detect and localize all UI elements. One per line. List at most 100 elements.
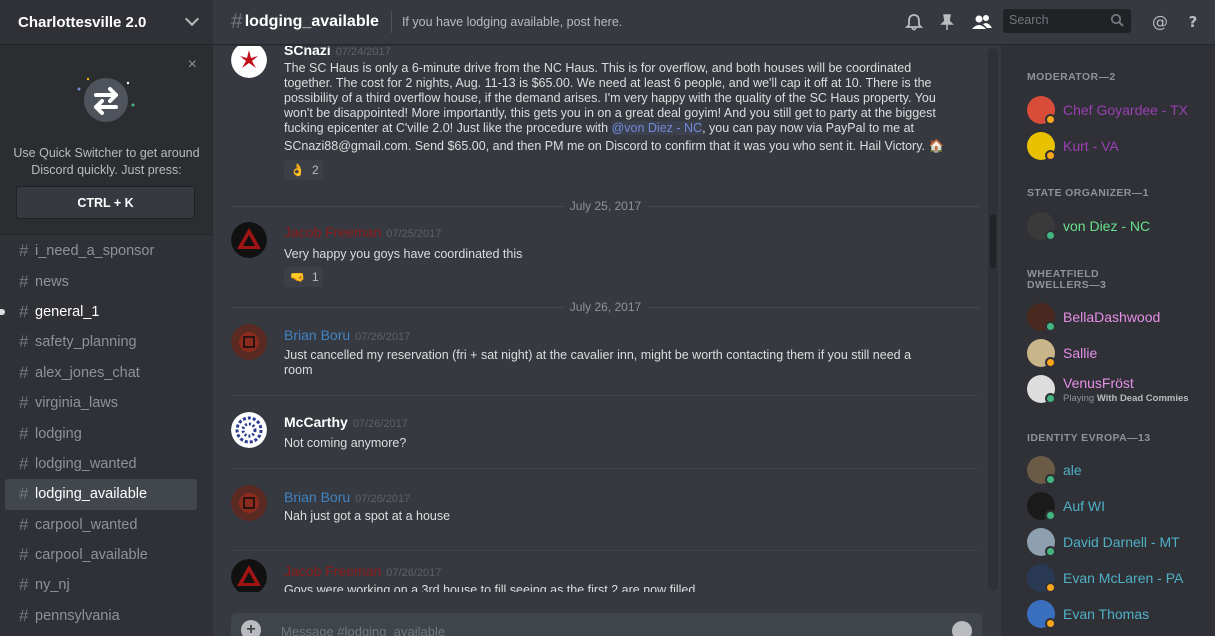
member-item[interactable]: David Darnell - MT [1027,528,1207,558]
channel-i-need-a-sponsor[interactable]: # i_need_a_sponsor [5,236,197,266]
discord-app: Charlottesville 2.0 × Use Quick Switcher… [0,0,1215,636]
server-header[interactable]: Charlottesville 2.0 [0,0,213,45]
member-item[interactable]: Evan Thomas [1027,600,1207,630]
channel-label: carpool_wanted [35,516,138,533]
user-mention[interactable]: @von Diez - NC [611,121,703,135]
date-label: July 26, 2017 [563,300,648,314]
channel-label: news [35,273,69,290]
members-icon[interactable] [971,12,993,32]
timestamp: 07/26/2017 [355,331,411,343]
channel-label: lodging_wanted [35,455,137,472]
member-item[interactable]: VenusFröst Playing With Dead Commies [1027,375,1207,405]
status-online-icon [1045,393,1056,404]
author-name[interactable]: SCnazi [284,46,331,58]
hash-icon: # [231,10,243,33]
pin-icon[interactable] [937,12,957,32]
reaction-ok-hand[interactable]: 👌 2 [284,160,323,180]
quick-switcher-text: Use Quick Switcher to get around Discord… [13,146,200,177]
emoji-icon[interactable] [952,621,972,636]
member-item[interactable]: ale [1027,456,1207,486]
message: Brian Boru 07/26/2017 Nah just got a spot… [231,485,981,535]
member-item[interactable]: von Diez - NC [1027,212,1207,242]
channel-sidebar: Charlottesville 2.0 × Use Quick Switcher… [0,0,213,636]
member-item[interactable]: Sallie [1027,339,1207,369]
message-input[interactable]: + Message #lodging_available [231,613,982,636]
channel-lodging-wanted[interactable]: # lodging_wanted [5,449,197,479]
chevron-down-icon[interactable] [184,11,200,27]
message-line: together. The cost for 2 nights, Aug. 11… [284,76,932,90]
help-icon[interactable]: ? [1183,12,1203,32]
status-online-icon [1045,230,1056,241]
channel-news[interactable]: # news [5,266,197,296]
message-divider [231,468,980,469]
author-name[interactable]: Brian Boru [284,489,350,505]
activity-prefix: Playing [1063,393,1095,404]
mention-icon[interactable]: @ [1150,12,1170,32]
channel-list: # i_need_a_sponsor # news # general_1 # safe… [0,236,213,631]
avatar[interactable] [231,412,267,448]
hash-icon: # [19,362,29,382]
svg-text:?: ? [1189,13,1198,31]
date-separator: July 25, 2017 [231,199,980,213]
message-divider [231,395,980,396]
avatar[interactable] [231,559,267,592]
reaction-fist[interactable]: 🤜 1 [284,267,323,287]
scrollbar-track[interactable] [988,48,998,591]
search-icon [1110,13,1124,27]
message-header: Jacob Freeman 07/26/2017 [284,563,441,579]
channel-general-1[interactable]: # general_1 [0,297,197,327]
member-item[interactable]: BellaDashwood [1027,303,1207,333]
date-separator: July 26, 2017 [231,300,980,314]
channel-lodging-available[interactable]: # lodging_available [5,479,197,510]
channel-ny-nj[interactable]: # ny_nj [5,570,197,600]
date-label: July 25, 2017 [563,199,648,213]
avatar[interactable] [231,222,267,258]
close-icon[interactable]: × [188,57,197,73]
upload-plus-icon[interactable]: + [241,620,261,636]
author-name[interactable]: Jacob Freeman [284,224,381,240]
avatar[interactable] [231,485,267,521]
bell-icon[interactable] [904,12,924,32]
message-line: Just cancelled my reservation (fri + sat… [284,348,912,362]
hash-icon: # [19,271,29,291]
status-online-icon [1045,321,1056,332]
channel-header: # lodging_available If you have lodging … [213,0,1215,45]
message-body: Goys were working on a 3rd house to fill… [284,583,699,592]
quick-switcher-tip: × Use Quick Switcher to get around Disco… [0,45,213,235]
channel-safety-planning[interactable]: # safety_planning [5,327,197,357]
author-name[interactable]: McCarthy [284,414,348,430]
avatar[interactable] [231,46,267,78]
channel-alex-jones-chat[interactable]: # alex_jones_chat [5,358,197,388]
search-input[interactable]: Search [1003,9,1131,33]
member-name: ale [1063,462,1082,478]
message-line: possibility of a third overflow house, i… [284,91,936,105]
member-item[interactable]: Kurt - VA [1027,132,1207,162]
hash-icon: # [19,484,29,504]
member-activity: Playing With Dead Commies [1063,393,1189,404]
shortcut-button[interactable]: CTRL + K [16,186,195,219]
author-name[interactable]: Brian Boru [284,327,350,343]
member-group-heading: WHEATFIELD DWELLERS—3 [1027,269,1106,291]
member-item[interactable]: Auf WI [1027,492,1207,522]
scrollbar-thumb[interactable] [990,214,996,268]
channel-carpool-wanted[interactable]: # carpool_wanted [5,510,197,540]
member-item[interactable]: Chef Goyardee - TX [1027,96,1207,126]
member-name: Evan McLaren - PA [1063,570,1184,586]
channel-label: general_1 [35,303,100,320]
channel-carpool-available[interactable]: # carpool_available [5,540,197,570]
message-divider [231,550,980,551]
member-item[interactable]: Evan McLaren - PA [1027,564,1207,594]
member-name: David Darnell - MT [1063,534,1180,550]
message-header: Brian Boru 07/26/2017 [284,489,410,505]
channel-label: safety_planning [35,334,137,351]
message-line: room [284,363,313,377]
channel-virginia-laws[interactable]: # virginia_laws [5,388,197,418]
author-name[interactable]: Jacob Freeman [284,563,381,579]
timestamp: 07/26/2017 [352,418,408,430]
channel-label: ny_nj [35,577,70,594]
hash-icon: # [19,332,29,352]
channel-lodging[interactable]: # lodging [5,418,197,448]
hash-icon: # [19,575,29,595]
channel-pennsylvania[interactable]: # pennsylvania [5,601,197,631]
avatar[interactable] [231,324,267,360]
